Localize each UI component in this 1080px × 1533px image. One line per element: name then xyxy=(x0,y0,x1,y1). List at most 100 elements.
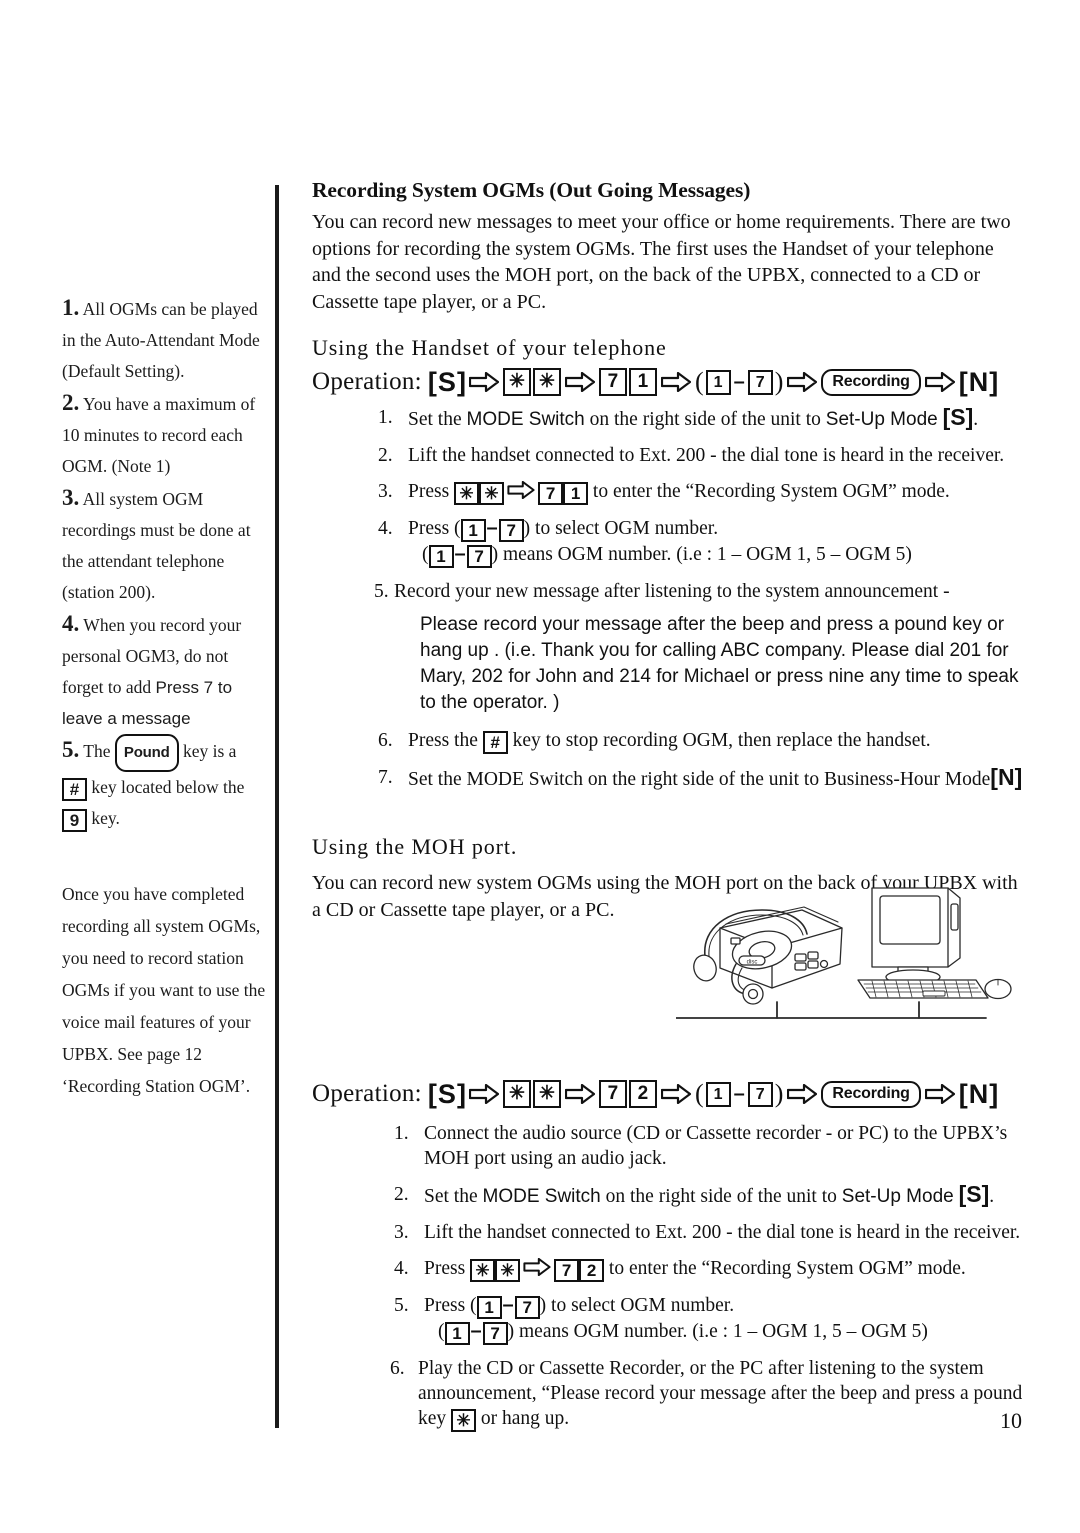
code-digit-key: 7 xyxy=(598,368,627,396)
note-text: key located below the xyxy=(87,777,245,797)
ogm-range-high-key: 7 xyxy=(498,519,524,542)
ogm-range-high-key: 7 xyxy=(747,1081,773,1107)
arrow-right-icon xyxy=(506,481,536,501)
step-text: key to stop recording OGM, then replace … xyxy=(507,730,931,751)
range-dash: – xyxy=(733,370,745,393)
ogm-range-low-key: 1 xyxy=(476,1296,502,1319)
mode-bracket-close: ] xyxy=(989,1078,998,1109)
setup-mode-label: Set-Up Mode xyxy=(825,409,938,430)
note-text: You have a maximum of 10 minutes to reco… xyxy=(62,394,256,476)
note-text: All system OGM recordings must be done a… xyxy=(62,489,251,602)
recording-pill: Recording xyxy=(821,1080,921,1108)
arrow-right-icon xyxy=(468,372,499,392)
mode-switch-label: MODE Switch xyxy=(482,1186,601,1207)
moh-illustration: disc xyxy=(675,872,1020,1032)
step-item: 1. Set the MODE Switch on the right side … xyxy=(374,405,1024,432)
code-digit-key: 7 xyxy=(538,482,564,505)
step-text: Lift the handset connected to Ext. 200 -… xyxy=(424,1222,1021,1243)
mode-switch-label: MODE Switch xyxy=(466,409,585,430)
step-text: or hang up. xyxy=(476,1408,570,1429)
margin-note-item: 2. You have a maximum of 10 minutes to r… xyxy=(62,387,272,482)
code-digit-key: 2 xyxy=(579,1259,605,1282)
pound-key-pill: Pound xyxy=(114,734,179,772)
step-number: 3. xyxy=(394,1222,409,1243)
note-number: 2. xyxy=(62,390,80,415)
mode-bracket-open: [ xyxy=(427,1078,437,1109)
margin-note-item: 3. All system OGM recordings must be don… xyxy=(62,482,272,608)
step-text: ) means OGM number. (i.e : 1 – OGM 1, 5 … xyxy=(507,1321,928,1342)
paren-open: ( xyxy=(694,1079,704,1108)
ogm-range-low-key: 1 xyxy=(428,545,454,568)
code-digit-key: 1 xyxy=(628,368,657,396)
paren-open: ( xyxy=(694,367,704,396)
operation-label: Operation: xyxy=(312,368,422,395)
announcement-text: Please record your message after the bee… xyxy=(420,614,1019,713)
step-text: ) means OGM number. (i.e : 1 – OGM 1, 5 … xyxy=(491,544,912,565)
arrow-right-icon xyxy=(787,372,818,392)
svg-text:disc: disc xyxy=(747,960,758,966)
note-number: 4. xyxy=(62,611,80,636)
step-text: on the right side of the unit to xyxy=(600,1186,842,1207)
step-text: ) to select OGM number. xyxy=(539,1295,735,1316)
margin-note-paragraph: Once you have completed recording all sy… xyxy=(62,884,266,1096)
margin-notes-group-a: 1. All OGMs can be played in the Auto-At… xyxy=(62,292,272,834)
page-number: 10 xyxy=(1000,1408,1022,1433)
intro-paragraph: You can record new messages to meet your… xyxy=(312,211,1011,313)
steps-list-moh: 1. Connect the audio source (CD or Casset… xyxy=(390,1121,1024,1432)
step-text: Set the xyxy=(408,409,467,430)
step-item: 6. Press the # key to stop recording OGM,… xyxy=(374,728,1024,754)
step-text: Press the xyxy=(408,730,483,751)
step-number: 5. xyxy=(394,1295,409,1316)
step-text: . xyxy=(989,1186,995,1207)
step-number: 3. xyxy=(378,481,393,502)
hash-key-icon: # xyxy=(482,731,508,754)
step-number: 1. xyxy=(378,407,393,428)
step-number: 6. xyxy=(378,730,393,751)
range-dash: – xyxy=(733,1082,745,1105)
margin-note-item: 5. The Pound key is a # key located belo… xyxy=(62,734,272,834)
ogm-range-low-key: 1 xyxy=(705,1081,731,1107)
ogm-range-high-key: 7 xyxy=(466,545,492,568)
step-item: 3. Press ✳ ✳ 7 1 to enter the “Recording Sys… xyxy=(374,479,1024,505)
step-number: 1. xyxy=(394,1123,409,1144)
note-text: key is a xyxy=(178,741,237,761)
star-key-icon: ✳ xyxy=(502,368,531,396)
step-number: 6. xyxy=(390,1358,405,1379)
step-item: 1. Connect the audio source (CD or Casset… xyxy=(390,1121,1024,1171)
setup-mode-key: S xyxy=(437,1078,456,1109)
bracket-close: ] xyxy=(1014,764,1023,790)
ogm-range-high-key: 7 xyxy=(514,1296,540,1319)
ogm-range-low-key: 1 xyxy=(444,1322,470,1345)
mode-bracket-open: [ xyxy=(427,366,437,397)
step-text: on the right side of the unit to Busines… xyxy=(582,769,991,790)
setup-mode-key-letter: S xyxy=(966,1181,982,1207)
step-text: Lift the handset connected to Ext. 200 -… xyxy=(408,445,1005,466)
paren-close: ) xyxy=(774,1079,784,1108)
step-text: on the right side of the unit to xyxy=(584,409,826,430)
code-digit-key: 1 xyxy=(563,482,589,505)
mode-bracket-close: ] xyxy=(989,366,998,397)
ogm-range-high-key: 7 xyxy=(747,369,773,395)
mode-switch-label: MODE Switch xyxy=(466,769,583,790)
star-key-icon: ✳ xyxy=(479,482,505,505)
mode-bracket-close: ] xyxy=(456,366,466,397)
step-text: to enter the “Recording System OGM” mode… xyxy=(588,481,950,502)
star-key-icon: ✳ xyxy=(532,368,561,396)
step-text: Press ( xyxy=(424,1295,477,1316)
code-digit-key: 2 xyxy=(628,1080,657,1108)
note-text: All OGMs can be played in the Auto-Atten… xyxy=(62,299,260,381)
nine-key-icon: 9 xyxy=(62,809,87,832)
mode-bracket-close: ] xyxy=(456,1078,466,1109)
setup-mode-key-letter: S xyxy=(950,404,966,430)
business-mode-key: N xyxy=(968,366,988,397)
range-dash: – xyxy=(470,1320,482,1342)
step-text: Set the xyxy=(408,769,467,790)
step-item: 7. Set the MODE Switch on the right side … xyxy=(374,765,1024,792)
page-title: Recording System OGMs (Out Going Message… xyxy=(312,178,751,202)
step-item: 6. Play the CD or Cassette Recorder, or t… xyxy=(390,1356,1024,1432)
paren-close: ) xyxy=(774,367,784,396)
note-number: 3. xyxy=(62,485,80,510)
step-item: 2. Lift the handset connected to Ext. 200… xyxy=(374,443,1024,468)
hash-key-icon: # xyxy=(62,778,87,801)
step-text: . xyxy=(973,409,979,430)
